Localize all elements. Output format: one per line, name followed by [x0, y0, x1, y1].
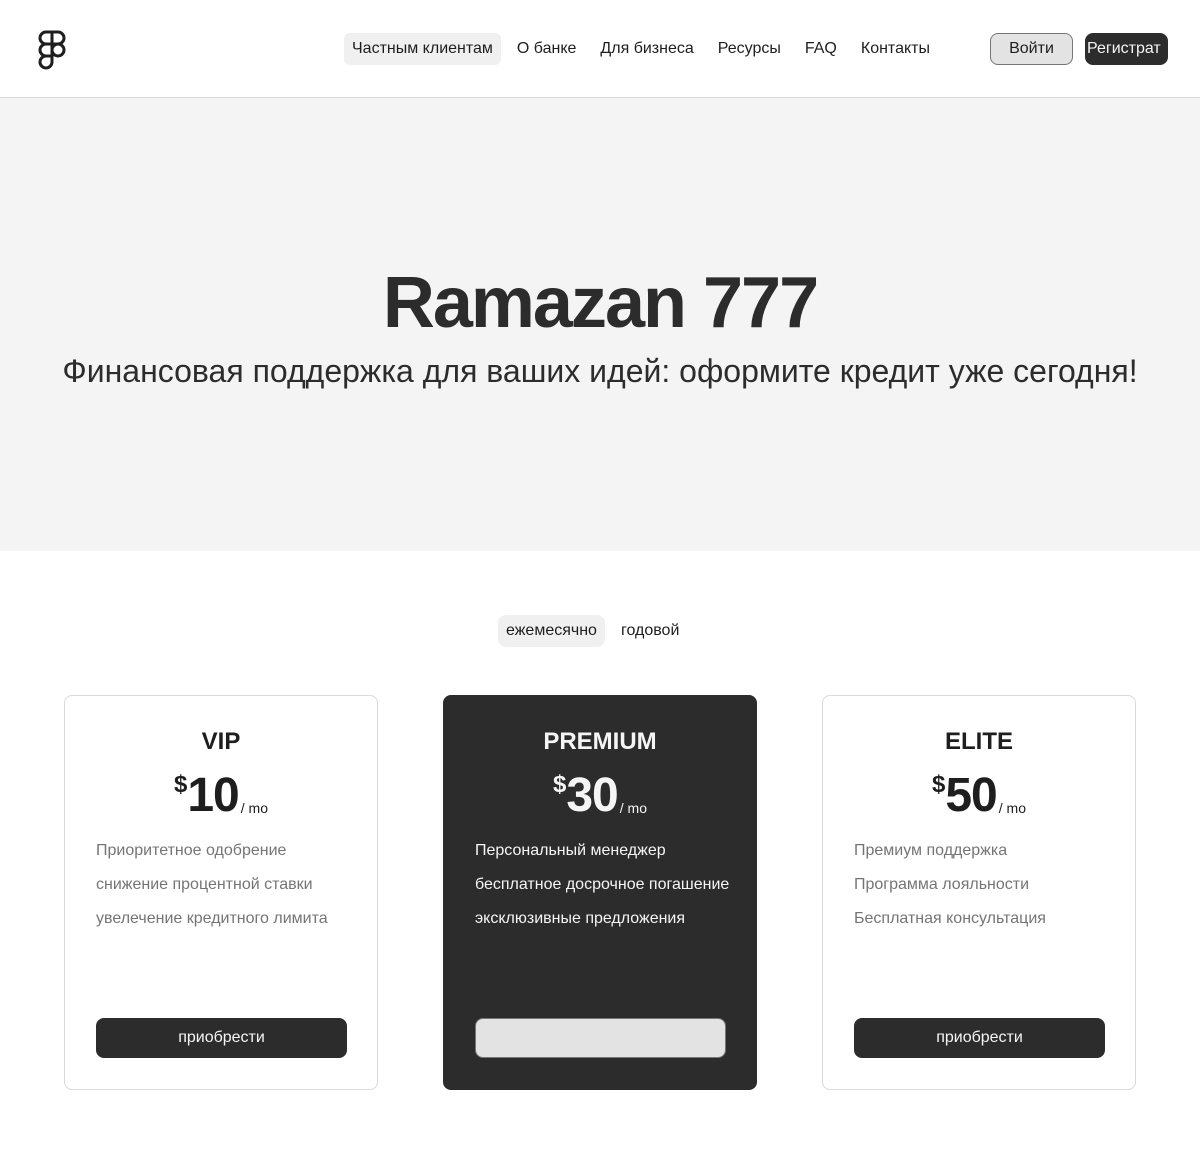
- feature-item: Премиум поддержка: [854, 842, 1008, 859]
- feature-list: Персональный менеджер бесплатное досрочн…: [475, 834, 729, 936]
- feature-item: Персональный менеджер: [475, 842, 666, 859]
- nav-item-contacts[interactable]: Контакты: [853, 33, 938, 65]
- plan-name: PREMIUM: [543, 728, 657, 755]
- toggle-yearly[interactable]: годовой: [613, 615, 687, 647]
- price-amount: 50: [945, 769, 997, 822]
- plan-name: VIP: [201, 728, 241, 755]
- pricing-card-premium: PREMIUM $ 30 / mo Персональный менеджер …: [443, 695, 757, 1090]
- feature-item: увелечение кредитного лимита: [96, 910, 328, 927]
- nav-item-business[interactable]: Для бизнеса: [592, 33, 701, 65]
- feature-item: Бесплатная консультация: [854, 910, 1046, 927]
- figma-logo-icon[interactable]: [37, 30, 67, 70]
- toggle-monthly[interactable]: ежемесячно: [498, 615, 605, 647]
- feature-item: Программа лояльности: [854, 876, 1030, 893]
- currency-symbol: $: [932, 771, 946, 798]
- currency-symbol: $: [553, 771, 567, 798]
- feature-list: Приоритетное одобрение снижение процентн…: [96, 834, 328, 936]
- price-amount: 10: [187, 769, 239, 822]
- register-button[interactable]: Регистрат: [1085, 33, 1168, 65]
- nav-item-about-bank[interactable]: О банке: [509, 33, 585, 65]
- feature-item: Приоритетное одобрение: [96, 842, 287, 859]
- feature-item: эксклюзивные предложения: [475, 910, 686, 927]
- hero-title: Ramazan 777: [382, 263, 819, 343]
- plan-name: ELITE: [944, 728, 1013, 755]
- buy-button-vip[interactable]: приобрести: [96, 1018, 347, 1058]
- feature-item: снижение процентной ставки: [96, 876, 313, 893]
- feature-list: Премиум поддержка Программа лояльности Б…: [854, 834, 1046, 936]
- plan-price: $ 30 / mo: [444, 768, 756, 824]
- site-header: Частным клиентам О банке Для бизнеса Рес…: [0, 0, 1200, 98]
- plan-price: $ 10 / mo: [65, 768, 377, 824]
- hero-subtitle: Финансовая поддержка для ваших идей: офо…: [62, 353, 1138, 389]
- nav-item-faq[interactable]: FAQ: [797, 33, 845, 65]
- nav-item-private-clients[interactable]: Частным клиентам: [344, 33, 501, 65]
- main-nav: Частным клиентам О банке Для бизнеса Рес…: [344, 33, 946, 65]
- plan-price: $ 50 / mo: [823, 768, 1135, 824]
- currency-symbol: $: [174, 771, 188, 798]
- price-period: / mo: [240, 800, 268, 816]
- price-amount: 30: [566, 769, 618, 822]
- feature-item: бесплатное досрочное погашение: [475, 876, 730, 893]
- buy-button-premium[interactable]: [475, 1018, 726, 1058]
- price-period: / mo: [619, 800, 647, 816]
- pricing-card-elite: ELITE $ 50 / mo Премиум поддержка Програ…: [822, 695, 1136, 1090]
- pricing-card-vip: VIP $ 10 / mo Приоритетное одобрение сни…: [64, 695, 378, 1090]
- buy-button-elite[interactable]: приобрести: [854, 1018, 1105, 1058]
- login-button[interactable]: Войти: [990, 33, 1073, 65]
- billing-toggle: ежемесячно годовой: [498, 615, 695, 647]
- price-period: / mo: [998, 800, 1026, 816]
- nav-item-resources[interactable]: Ресурсы: [710, 33, 789, 65]
- hero-section: Ramazan 777 Финансовая поддержка для ваш…: [0, 98, 1200, 551]
